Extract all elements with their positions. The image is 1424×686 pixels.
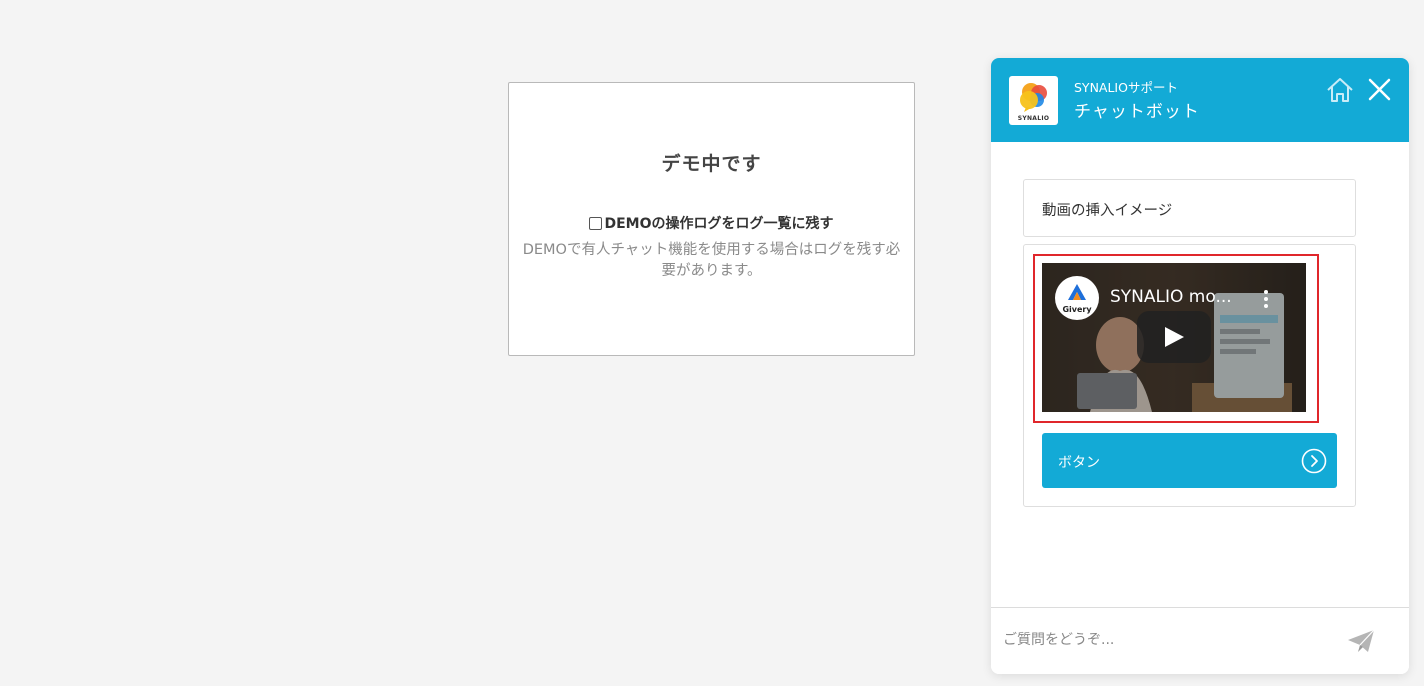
demo-log-checkbox-label[interactable]: DEMOの操作ログをログ一覧に残す: [604, 213, 833, 233]
demo-title: デモ中です: [661, 153, 762, 175]
chat-subtitle: SYNALIOサポート: [1074, 80, 1178, 95]
video-channel-avatar[interactable]: Givery: [1055, 276, 1099, 320]
chat-title: チャットボット: [1074, 102, 1200, 122]
chat-header: SYNALIO SYNALIOサポート チャットボット: [991, 58, 1409, 142]
video-channel-name: Givery: [1062, 305, 1092, 314]
paper-plane-icon[interactable]: [1346, 628, 1376, 654]
play-button[interactable]: [1137, 311, 1211, 363]
demo-note: DEMOで有人チャット機能を使用する場合はログを残す必要があります。: [522, 242, 901, 279]
chat-widget: SYNALIO SYNALIOサポート チャットボット 動画の挿入イメージ Gi…: [991, 58, 1409, 674]
video-player[interactable]: Givery SYNALIO mo...: [1042, 263, 1306, 412]
chat-input[interactable]: [1003, 626, 1323, 654]
chevron-right-circle-icon: [1301, 448, 1327, 474]
demo-card: デモ中です DEMOの操作ログをログ一覧に残す DEMOで有人チャット機能を使用…: [508, 82, 915, 356]
synalio-logo: SYNALIO: [1009, 76, 1058, 125]
home-icon[interactable]: [1325, 75, 1355, 105]
more-vert-icon[interactable]: [1262, 289, 1270, 309]
play-icon: [1165, 327, 1184, 347]
demo-log-checkbox[interactable]: [589, 216, 603, 230]
video-highlight-frame: Givery SYNALIO mo...: [1033, 254, 1319, 423]
chat-option-button[interactable]: ボタン: [1042, 433, 1337, 488]
logo-text: SYNALIO: [1017, 115, 1050, 122]
chat-option-button-label: ボタン: [1058, 455, 1100, 471]
chat-input-bar: [991, 607, 1409, 674]
chat-message-text-content: 動画の挿入イメージ: [1042, 203, 1173, 219]
chat-message-text: 動画の挿入イメージ: [1023, 179, 1356, 237]
video-title[interactable]: SYNALIO mo...: [1110, 287, 1232, 307]
close-icon[interactable]: [1364, 75, 1394, 105]
chat-message-video: Givery SYNALIO mo... ボタン: [1023, 244, 1356, 507]
demo-log-option[interactable]: DEMOの操作ログをログ一覧に残す: [509, 213, 914, 233]
